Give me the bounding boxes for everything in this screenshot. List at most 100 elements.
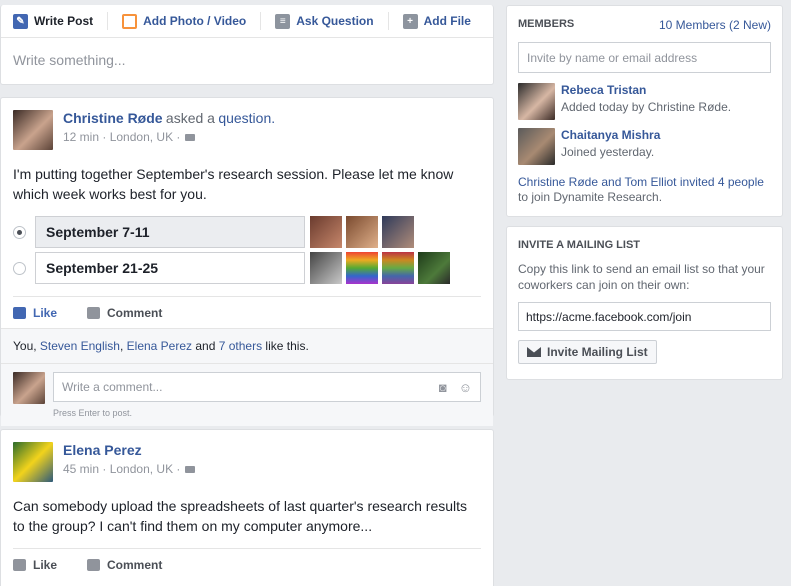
avatar[interactable] (13, 372, 45, 404)
comment-button[interactable]: Comment (87, 306, 162, 320)
emoji-icon[interactable]: ☺ (459, 380, 472, 395)
envelope-icon (527, 347, 541, 357)
tab-label: Ask Question (296, 14, 374, 28)
tab-add-photo-video[interactable]: Add Photo / Video (122, 13, 247, 29)
meta-dot: · (173, 130, 181, 144)
radio-selected-dot (17, 229, 22, 235)
tab-write-post[interactable]: ✎ Write Post (13, 13, 94, 29)
comment-placeholder: Write a comment... (62, 380, 163, 394)
meta-dot: · (173, 462, 181, 476)
post-actions: Like Comment (13, 548, 481, 580)
timestamp[interactable]: 45 min (63, 462, 99, 476)
members-title: MEMBERS (518, 18, 575, 30)
poll-option-label[interactable]: September 21-25 (35, 252, 305, 284)
inviters-link[interactable]: Christine Røde and Tom Elliot invited (518, 175, 718, 189)
tab-label: Add File (423, 14, 471, 28)
plus-file-icon: + (402, 13, 418, 29)
comment-bubble-icon (87, 306, 101, 319)
briefcase-icon (185, 465, 196, 473)
tab-add-file[interactable]: + Add File (402, 13, 471, 29)
invite-mailing-list-button[interactable]: Invite Mailing List (518, 340, 657, 364)
post-header: Christine Røde asked a question. 12 min … (1, 98, 493, 150)
pencil-icon: ✎ (13, 13, 28, 29)
comment-composer: Write a comment... ◙ ☺ (1, 363, 493, 412)
poll-option-label[interactable]: September 7-11 (35, 216, 305, 248)
like-button[interactable]: Like (13, 558, 57, 572)
poll-voters (310, 252, 454, 284)
mailing-list-panel: INVITE A MAILING LIST Copy this link to … (506, 226, 783, 380)
post-meta: Elena Perez 45 min · London, UK · (63, 442, 196, 482)
avatar[interactable] (518, 128, 555, 165)
comment-bubble-icon (87, 558, 101, 571)
composer-input[interactable]: Write something... (1, 38, 493, 82)
voter-avatar[interactable] (310, 216, 342, 248)
member-name[interactable]: Rebeca Tristan (561, 83, 731, 97)
mailing-header: INVITE A MAILING LIST (507, 227, 782, 251)
invite-member-input[interactable]: Invite by name or email address (518, 42, 771, 73)
likes-summary: You, Steven English, Elena Perez and 7 o… (1, 328, 493, 363)
voter-avatar[interactable] (418, 252, 450, 284)
voter-avatar[interactable] (346, 216, 378, 248)
poll-option: September 21-25 (13, 252, 481, 284)
comment-button[interactable]: Comment (87, 558, 162, 572)
voter-avatar[interactable] (382, 216, 414, 248)
post-text: Can somebody upload the spreadsheets of … (13, 498, 468, 534)
tab-label: Write Post (34, 14, 94, 28)
thumbs-up-icon (13, 306, 26, 319)
voter-avatar[interactable] (346, 252, 378, 284)
invited-text: to join Dynamite Research. (518, 190, 663, 204)
post-header: Elena Perez 45 min · London, UK · (1, 430, 493, 482)
comment-hint: Press Enter to post. (1, 408, 493, 426)
tab-label: Add Photo / Video (143, 14, 247, 28)
invited-summary: Christine Røde and Tom Elliot invited 4 … (507, 165, 782, 205)
member-name[interactable]: Chaitanya Mishra (561, 128, 660, 142)
avatar[interactable] (13, 110, 53, 150)
members-header: MEMBERS 10 Members (2 New) (507, 6, 782, 32)
invited-count-link[interactable]: 4 people (718, 175, 764, 189)
mailing-title: INVITE A MAILING LIST (518, 239, 641, 251)
poll-radio[interactable] (13, 261, 26, 275)
meta-dot: · (99, 130, 110, 144)
member-item: Rebeca Tristan Added today by Christine … (507, 73, 782, 120)
composer-tabs: ✎ Write Post Add Photo / Video ≡ Ask Que… (1, 5, 493, 38)
author-name[interactable]: Christine Røde (63, 110, 163, 126)
poll-voters (310, 216, 418, 248)
mailing-link-field[interactable]: https://acme.facebook.com/join (518, 302, 771, 331)
others-link[interactable]: 7 others (219, 339, 262, 353)
likes-text: like this. (262, 339, 309, 353)
likes-text: , (119, 339, 127, 353)
post-meta: Christine Røde asked a question. 12 min … (63, 110, 275, 150)
meta-dot: · (99, 462, 110, 476)
camera-icon[interactable]: ◙ (439, 380, 447, 395)
member-desc: Joined yesterday. (561, 145, 655, 159)
timestamp[interactable]: 12 min (63, 130, 99, 144)
members-panel: MEMBERS 10 Members (2 New) Invite by nam… (506, 5, 783, 217)
avatar[interactable] (13, 442, 53, 482)
likes-text: and (192, 339, 219, 353)
like-label: Like (33, 557, 58, 572)
location[interactable]: London, UK (110, 462, 173, 476)
like-button[interactable]: Like (13, 306, 57, 320)
thumbs-up-icon (13, 558, 26, 571)
author-name[interactable]: Elena Perez (63, 442, 142, 458)
member-info: Rebeca Tristan Added today by Christine … (561, 83, 731, 120)
member-item: Chaitanya Mishra Joined yesterday. (507, 120, 782, 165)
text-post: Elena Perez 45 min · London, UK · Can so… (0, 429, 494, 586)
members-count-link[interactable]: 10 Members (2 New) (659, 18, 771, 32)
avatar[interactable] (518, 83, 555, 120)
divider (387, 12, 389, 30)
liker-link[interactable]: Steven English (40, 339, 120, 353)
tab-ask-question[interactable]: ≡ Ask Question (275, 13, 374, 29)
comment-input[interactable]: Write a comment... ◙ ☺ (53, 372, 481, 402)
liker-link[interactable]: Elena Perez (127, 339, 192, 353)
voter-avatar[interactable] (382, 252, 414, 284)
photo-icon (122, 13, 138, 29)
question-link[interactable]: question. (218, 110, 275, 126)
voter-avatar[interactable] (310, 252, 342, 284)
post-text: I'm putting together September's researc… (13, 166, 454, 202)
likes-text: You, (13, 339, 40, 353)
post-actions: Like Comment (13, 296, 481, 328)
location[interactable]: London, UK (110, 130, 173, 144)
question-list-icon: ≡ (275, 13, 291, 29)
poll-radio[interactable] (13, 225, 26, 239)
